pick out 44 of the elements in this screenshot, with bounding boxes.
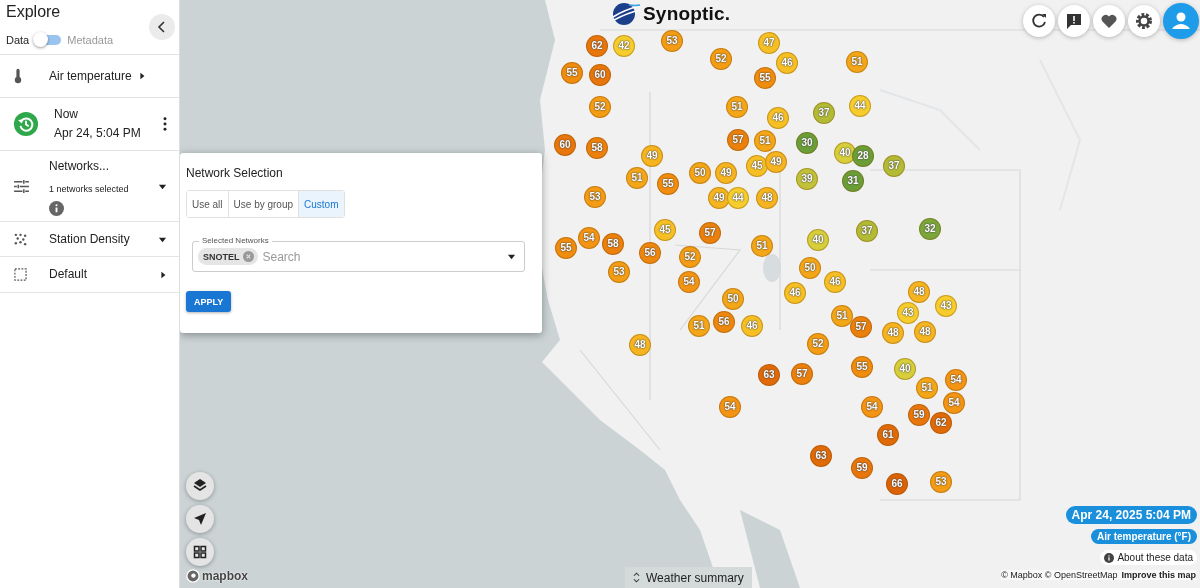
network-chip[interactable]: SNOTEL <box>198 248 258 265</box>
settings-button[interactable] <box>1128 5 1160 37</box>
apply-button[interactable]: APPLY <box>186 291 232 312</box>
caret-icon <box>507 252 516 261</box>
refresh-button[interactable] <box>1023 5 1055 37</box>
info-icon[interactable] <box>49 200 64 216</box>
collapse-button[interactable] <box>149 14 175 40</box>
thermometer-icon <box>14 67 22 85</box>
variable-badge: Air temperature (°F) <box>1091 529 1197 544</box>
dots-icon <box>14 232 27 246</box>
networks-count: 1 networks selected <box>49 183 129 194</box>
info-icon <box>1104 552 1115 563</box>
locate-button[interactable] <box>186 505 214 533</box>
attribution-text: © Mapbox © OpenStreetMap <box>1001 570 1118 580</box>
panel-title: Explore <box>6 2 62 22</box>
tab[interactable]: Use all <box>187 191 229 217</box>
layers-button[interactable] <box>186 472 214 500</box>
globe-icon <box>611 1 641 27</box>
history-icon[interactable] <box>13 111 39 137</box>
improve-map-link[interactable]: Improve this map <box>1121 570 1196 580</box>
favorite-button[interactable] <box>1093 5 1125 37</box>
selection-icon <box>14 268 27 281</box>
mapbox-icon <box>186 569 200 583</box>
toggle-label[interactable]: Metadata <box>67 34 114 46</box>
weather-summary-button[interactable]: Weather summary <box>625 567 752 588</box>
menu-item-label[interactable]: Now <box>54 107 78 122</box>
menu-item-label[interactable]: Default <box>49 267 88 282</box>
feedback-button[interactable] <box>1058 5 1090 37</box>
popup-title: Network Selection <box>186 165 284 181</box>
grid-button[interactable] <box>186 538 214 566</box>
toggle-label[interactable]: Data <box>6 34 30 46</box>
menu-item-label[interactable]: Networks... <box>49 158 109 174</box>
tab[interactable]: Custom <box>299 191 344 217</box>
chevron-up-down-icon <box>633 572 640 583</box>
menu-item-label[interactable]: Station Density <box>49 231 130 247</box>
sliders-icon <box>14 179 29 193</box>
time-badge: Apr 24, 2025 5:04 PM <box>1065 506 1197 524</box>
more-icon[interactable] <box>163 117 167 131</box>
mapbox-logo: mapbox <box>202 569 248 583</box>
time-value: Apr 24, 5:04 PM <box>54 125 142 141</box>
about-button[interactable]: About these data <box>1100 550 1197 565</box>
toggle-switch[interactable] <box>35 35 62 45</box>
logo-text: Synoptic. <box>643 3 731 25</box>
menu-item-label[interactable]: Air temperature <box>49 68 132 84</box>
